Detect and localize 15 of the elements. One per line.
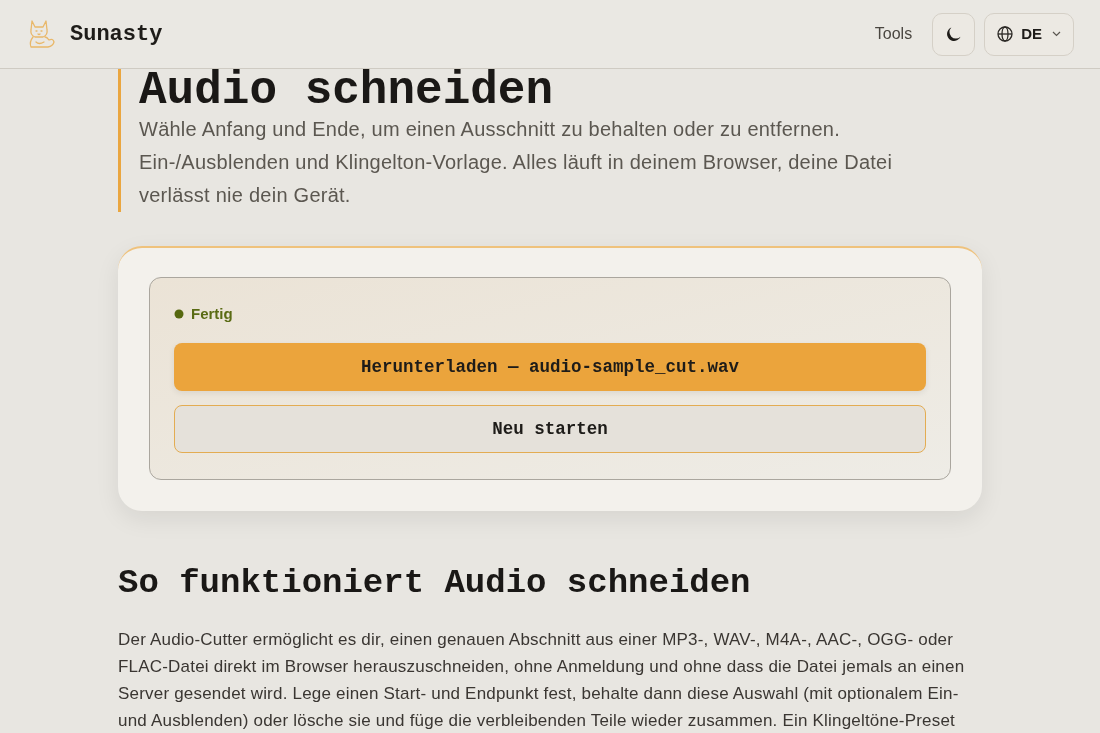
brand-name[interactable]: Sunasty xyxy=(70,17,163,51)
language-button[interactable]: DE xyxy=(984,12,1074,56)
page-title: Audio schneiden xyxy=(139,69,555,113)
restart-button[interactable]: Neu starten xyxy=(174,405,926,453)
globe-icon xyxy=(997,26,1014,42)
theme-toggle-button[interactable] xyxy=(932,12,976,56)
moon-icon xyxy=(946,26,962,42)
status-dot-icon xyxy=(174,309,184,319)
section-paragraph: Der Audio-Cutter ermöglicht es dir, einen genauen Abschnitt aus einer MP3-, WAV-, M4A-, AAC-, OGG- oder FLAC-Datei direkt im Browser herauszuschneiden, ohne Anmeldung und ohne dass die Datei jemals an einen Server gesendet wird. Lege einen Start- und Endpunkt fest, behalte dann diese Auswahl (mit optionalem Ein- und Ausblenden) oder lösche sie und füge die verbleibenden Teile wieder zusammen. Ein Klingeltöne-Preset xyxy=(118,629,966,732)
section-heading: So funktioniert Audio schneiden xyxy=(118,563,752,603)
chevron-down-icon xyxy=(1052,31,1061,37)
page-description: Wähle Anfang und Ende, um einen Ausschnitt zu behalten oder zu entfernen. Ein-/Ausblenden und Klingelton-Vorlage. Alles läuft in deinem Browser, deine Datei verlässt nie dein Gerät. xyxy=(139,117,894,208)
download-button[interactable]: Herunterladen — audio-sample_cut.wav xyxy=(174,343,926,391)
status-label: Fertig xyxy=(191,303,233,324)
nav-link[interactable]: Tools xyxy=(874,22,913,46)
